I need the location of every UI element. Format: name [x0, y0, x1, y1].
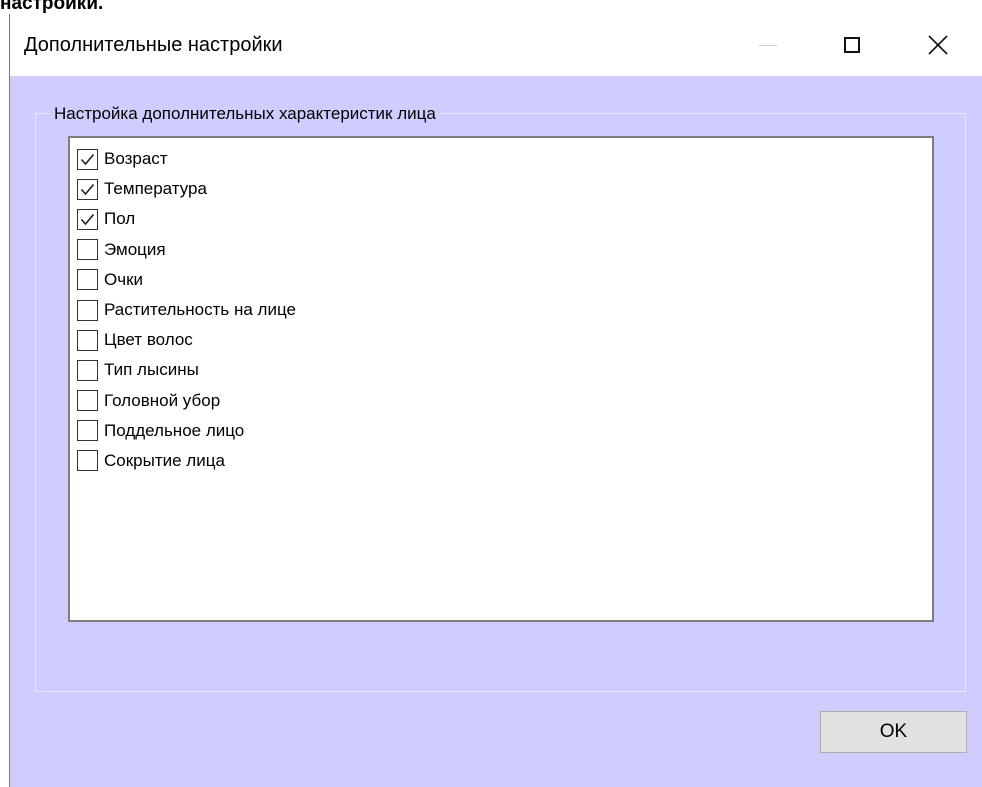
checkbox[interactable]	[77, 148, 98, 170]
checklist-item[interactable]: Растительность на лице	[77, 295, 296, 325]
checkmark-icon	[80, 153, 95, 165]
page-caption: настройки.	[0, 0, 104, 14]
checklist-item-label: Тип лысины	[104, 360, 199, 380]
checklist-item-label: Растительность на лице	[104, 300, 296, 320]
checkbox[interactable]	[77, 420, 98, 442]
checkbox[interactable]	[77, 359, 98, 381]
checklist-item[interactable]: Пол	[77, 204, 296, 234]
checklist-item-label: Пол	[104, 209, 136, 229]
minimize-icon	[759, 44, 777, 46]
checklist-item-label: Очки	[104, 269, 144, 289]
checkbox[interactable]	[77, 178, 98, 200]
checkbox[interactable]	[77, 450, 98, 472]
checklist-item-label: Возраст	[104, 149, 168, 169]
checklist-item[interactable]: Эмоция	[77, 235, 296, 265]
checklist-item[interactable]: Сокрытие лица	[77, 446, 296, 476]
maximize-icon	[844, 37, 860, 53]
minimize-button[interactable]	[738, 14, 798, 76]
checklist-items: Возраст Температура Пол Эмоция Очки Раст…	[77, 144, 296, 476]
checkbox[interactable]	[77, 329, 98, 351]
checklist-item[interactable]: Поддельное лицо	[77, 416, 296, 446]
checklist-item-label: Головной убор	[104, 390, 221, 410]
maximize-button[interactable]	[822, 14, 882, 76]
checklist-item[interactable]: Температура	[77, 174, 296, 204]
checklist-item[interactable]: Головной убор	[77, 386, 296, 416]
checkbox[interactable]	[77, 269, 98, 291]
checkmark-icon	[80, 183, 95, 196]
checklist-item-label: Температура	[104, 179, 207, 199]
checkbox[interactable]	[77, 208, 98, 230]
checklist-item-label: Цвет волос	[104, 330, 193, 350]
settings-dialog: Дополнительные настройки Настройка допол…	[9, 14, 982, 787]
checklist-item-label: Эмоция	[104, 239, 166, 259]
checklist-item-label: Сокрытие лица	[104, 450, 225, 470]
checklist-item[interactable]: Цвет волос	[77, 325, 296, 355]
checklist-item[interactable]: Очки	[77, 265, 296, 295]
checkmark-icon	[80, 213, 95, 226]
checklist-item[interactable]: Возраст	[77, 144, 296, 174]
checkbox[interactable]	[77, 239, 98, 261]
close-icon	[928, 35, 948, 55]
characteristics-checklist[interactable]: Возраст Температура Пол Эмоция Очки Раст…	[68, 136, 934, 622]
checklist-item[interactable]: Тип лысины	[77, 355, 296, 385]
window-title: Дополнительные настройки	[24, 34, 283, 56]
groupbox-legend: Настройка дополнительных характеристик л…	[50, 103, 440, 125]
checkbox[interactable]	[77, 390, 98, 412]
checklist-item-label: Поддельное лицо	[104, 420, 245, 440]
ok-button[interactable]: OK	[820, 711, 967, 753]
title-bar[interactable]: Дополнительные настройки	[10, 14, 982, 76]
close-button[interactable]	[908, 14, 968, 76]
checkbox[interactable]	[77, 299, 98, 321]
